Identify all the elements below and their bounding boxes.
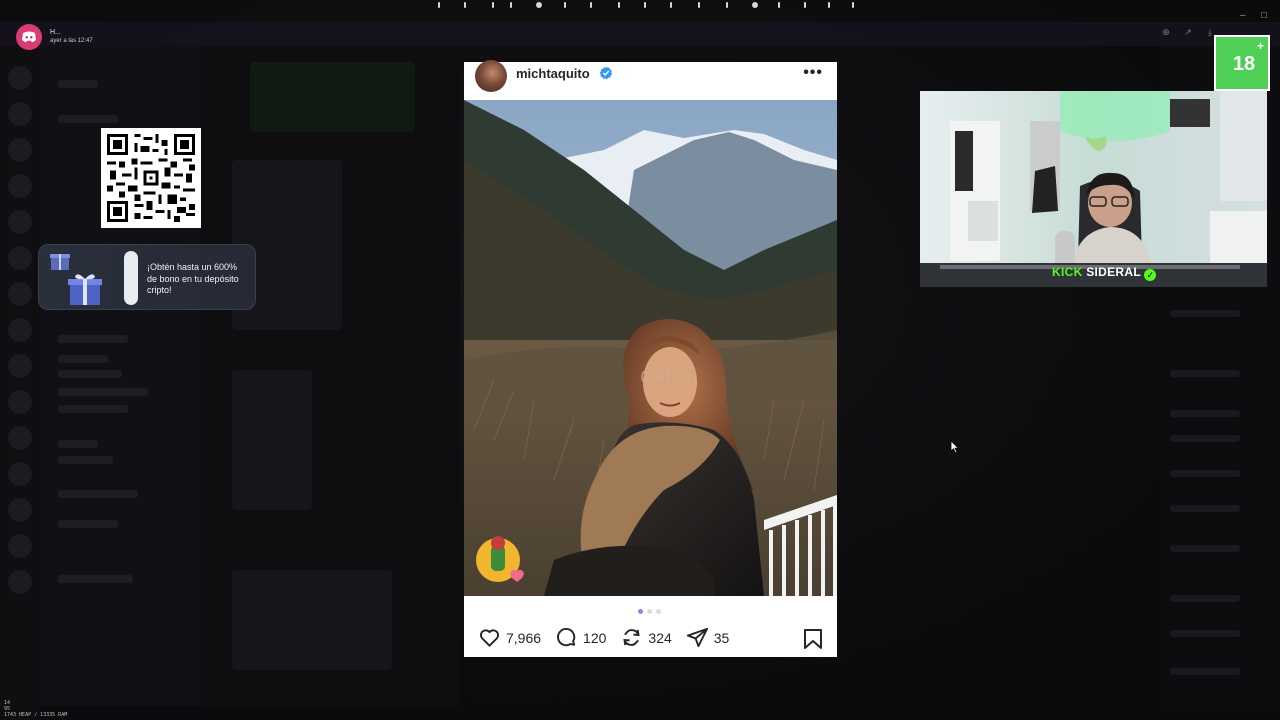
background-server-rail [0, 46, 40, 720]
kick-logo-text: KICK [1052, 265, 1083, 279]
qr-code [101, 128, 201, 228]
avatar[interactable] [475, 60, 507, 92]
toolbar: ⊕ ↗ ⤓ [1160, 26, 1216, 38]
mouse-cursor-icon [950, 440, 960, 454]
more-options-icon[interactable]: ••• [803, 64, 823, 82]
discord-notification[interactable]: H... ayer a las 12:47 [16, 24, 93, 50]
carousel-indicator[interactable] [638, 609, 661, 614]
promo-text: ¡Obtén hasta un 600% de bono en tu depós… [147, 262, 239, 295]
comment-icon [557, 628, 576, 647]
comments-count: 120 [583, 629, 607, 646]
maximize-icon[interactable]: □ [1261, 10, 1267, 21]
notification-sender: H... [50, 29, 61, 36]
gift-icon [50, 254, 70, 270]
audio-visualizer [430, 0, 860, 10]
age-rating-text: 18 [1232, 53, 1256, 75]
shares-count: 35 [713, 629, 730, 646]
post-photo[interactable] [464, 100, 837, 596]
carousel-dot[interactable] [638, 609, 643, 614]
streamer-webcam [920, 91, 1267, 287]
post-username[interactable]: michtaquito [516, 66, 590, 81]
perf-memory: 1743 HEAP / 13335 RAM [4, 712, 68, 718]
heart-icon [480, 629, 499, 647]
carousel-dot[interactable] [647, 609, 652, 614]
background-titlebar [0, 22, 1280, 46]
discord-icon [16, 24, 42, 50]
comment-button[interactable]: 120 [555, 626, 606, 649]
bookmark-icon[interactable] [803, 628, 823, 650]
share-button[interactable]: 35 [686, 626, 730, 649]
like-button[interactable]: 7,966 [478, 626, 541, 649]
verified-badge-icon [599, 66, 613, 80]
verified-check-icon: ✓ [1144, 269, 1157, 281]
kick-handle-label: KICK SIDERAL ✓ [1052, 265, 1157, 281]
lock-slider-icon [124, 251, 138, 305]
share-icon[interactable]: ↗ [1182, 26, 1194, 38]
performance-overlay: 14 95 1743 HEAP / 13335 RAM [4, 700, 67, 718]
post-header: michtaquito ••• [464, 60, 837, 100]
reposts-count: 324 [648, 629, 672, 646]
repost-button[interactable]: 324 [620, 626, 672, 649]
carousel-dot[interactable] [656, 609, 661, 614]
crypto-bonus-banner[interactable]: ¡Obtén hasta un 600% de bono en tu depós… [38, 244, 256, 310]
gift-box-icon [68, 274, 102, 305]
repost-icon [623, 629, 641, 646]
send-icon [686, 627, 708, 648]
instagram-post: michtaquito ••• 7,966 120 324 35 [464, 60, 837, 657]
age-rating-badge: 18 + [1214, 35, 1270, 91]
channel-name: SIDERAL [1086, 265, 1141, 279]
minimize-icon[interactable]: – [1240, 10, 1246, 21]
stream-canvas: H... ayer a las 12:47 – □ ⊕ ↗ ⤓ ¡Obtén h… [0, 0, 1280, 720]
post-actions: 7,966 120 324 35 [478, 626, 743, 649]
zoom-icon[interactable]: ⊕ [1160, 26, 1172, 38]
notification-time: ayer a las 12:47 [50, 38, 93, 44]
likes-count: 7,966 [506, 629, 542, 646]
